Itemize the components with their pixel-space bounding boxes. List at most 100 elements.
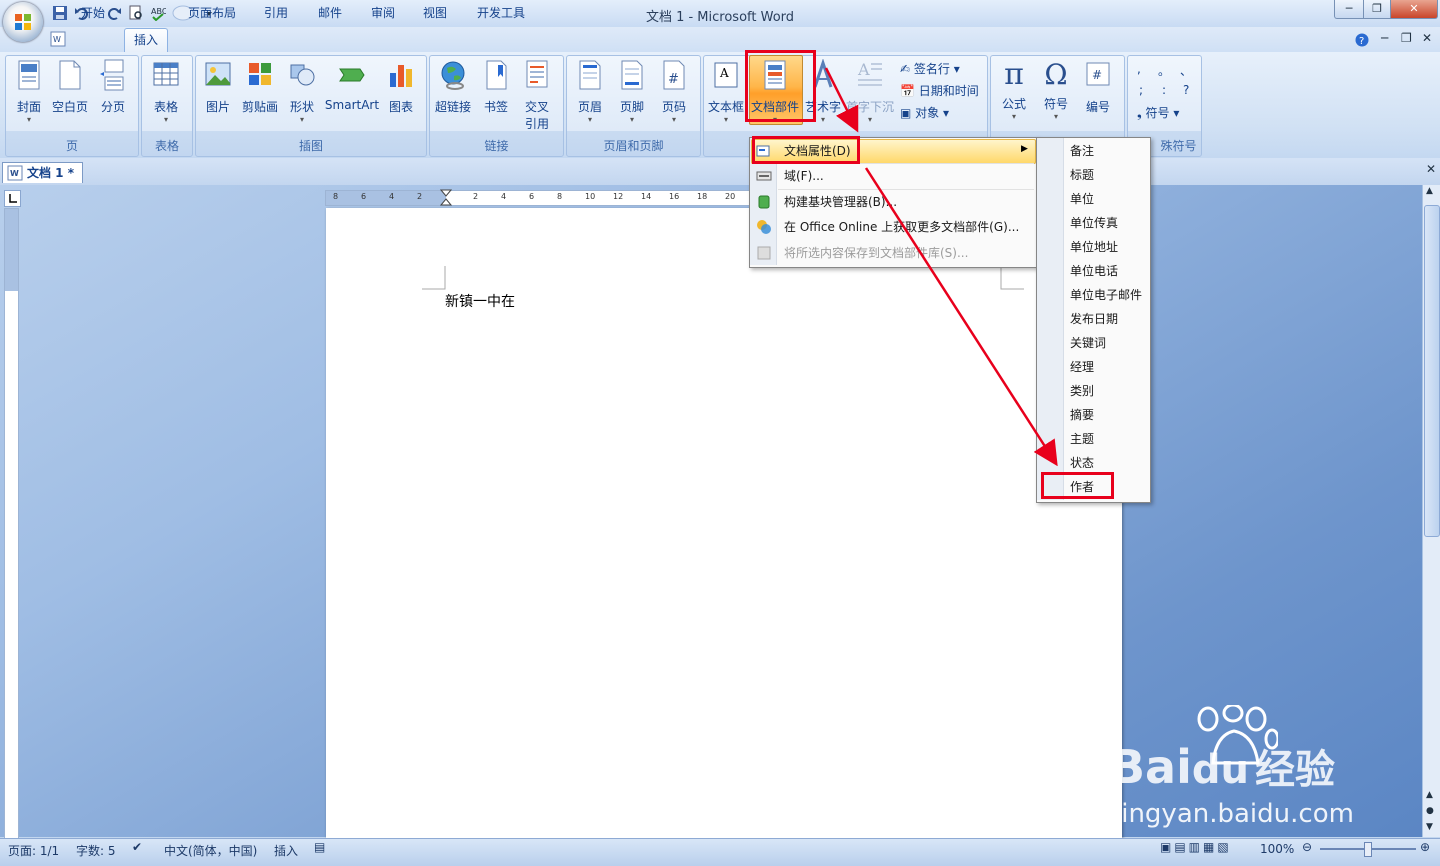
shapes-button[interactable]: 形状 ▾ <box>283 59 321 125</box>
submenu-item[interactable]: 单位传真 <box>1070 213 1118 233</box>
table-button[interactable]: 表格 ▾ <box>145 59 187 125</box>
page-break-icon <box>100 59 124 91</box>
tab-view[interactable]: 视图 <box>414 2 456 24</box>
ruler-tab-selector[interactable] <box>4 190 21 207</box>
submenu-item[interactable]: 类别 <box>1070 381 1094 401</box>
zoom-out-icon[interactable]: ⊖ <box>1302 840 1312 854</box>
submenu-item[interactable]: 状态 <box>1070 453 1094 473</box>
punct-colon[interactable]: : <box>1162 83 1166 97</box>
print-preview-icon[interactable] <box>128 5 144 21</box>
date-time-button[interactable]: 📅 日期和时间 <box>900 82 979 99</box>
scrollbar-thumb[interactable] <box>1424 205 1440 537</box>
object-button[interactable]: ▣ 对象 ▾ <box>900 104 949 121</box>
punct-period[interactable]: 。 <box>1158 62 1170 79</box>
submenu-item[interactable]: 单位 <box>1070 189 1094 209</box>
clipart-button[interactable]: 剪贴画 <box>240 59 280 115</box>
menu-item-field[interactable]: 域(F)... <box>784 166 824 186</box>
chart-button[interactable]: 图表 <box>383 59 419 115</box>
ribbon-tab-row <box>0 27 1440 52</box>
number-button[interactable]: # 编号 <box>1078 59 1118 115</box>
page-break-button[interactable]: 分页 <box>94 59 132 115</box>
spelling-icon[interactable]: ABC <box>150 5 166 21</box>
picture-button[interactable]: 图片 <box>199 59 237 115</box>
indent-marker-icon[interactable] <box>440 189 452 207</box>
signature-line-button[interactable]: ✍ 签名行 ▾ <box>900 60 960 77</box>
ribbon-minimize-button[interactable]: ─ <box>1381 31 1388 45</box>
tab-developer[interactable]: 开发工具 <box>468 2 534 24</box>
submenu-item[interactable]: 主题 <box>1070 429 1094 449</box>
status-page[interactable]: 页面: 1/1 <box>8 842 59 859</box>
save-icon[interactable] <box>52 5 68 21</box>
symbol-button[interactable]: Ω 符号 ▾ <box>1036 59 1076 122</box>
dropcap-button[interactable]: A 首字下沉 ▾ <box>845 59 895 125</box>
vertical-ruler[interactable] <box>4 208 19 840</box>
tab-home[interactable]: 开始 <box>72 2 114 24</box>
submenu-item[interactable]: 发布日期 <box>1070 309 1118 329</box>
hyperlink-globe-icon <box>441 61 465 90</box>
view-buttons[interactable]: ▣▤▥▦▧ <box>1160 840 1232 854</box>
status-insert-mode[interactable]: 插入 <box>274 842 298 859</box>
watermark-brand: Bai <box>1110 740 1192 794</box>
submenu-item[interactable]: 标题 <box>1070 165 1094 185</box>
submenu-item[interactable]: 摘要 <box>1070 405 1094 425</box>
submenu-item[interactable]: 经理 <box>1070 357 1094 377</box>
tab-mailings[interactable]: 邮件 <box>309 2 351 24</box>
document-close-icon[interactable]: ✕ <box>1426 162 1436 176</box>
cover-page-button[interactable]: 封面 ▾ <box>10 59 48 125</box>
status-language[interactable]: 中文(简体，中国) <box>164 842 257 859</box>
punct-semicolon[interactable]: ; <box>1139 83 1143 97</box>
status-words[interactable]: 字数: 5 <box>76 842 116 859</box>
smartart-button[interactable]: SmartArt <box>324 59 380 112</box>
symbol-small-button[interactable]: ❟ 符号 ▾ <box>1137 104 1179 121</box>
zoom-level[interactable]: 100% <box>1260 842 1294 856</box>
zoom-slider-thumb[interactable] <box>1364 842 1372 857</box>
word-doc-icon: W <box>7 165 23 181</box>
textbox-icon: A <box>714 62 738 88</box>
blank-page-button[interactable]: 空白页 <box>50 59 90 115</box>
submenu-item[interactable]: 单位电子邮件 <box>1070 285 1142 305</box>
tab-page-layout[interactable]: 页面布局 <box>179 2 245 24</box>
scroll-up-icon[interactable]: ▲ <box>1426 186 1433 196</box>
select-browse-object-icon[interactable]: ● <box>1426 806 1434 816</box>
office-button[interactable] <box>3 2 43 42</box>
punct-question[interactable]: ? <box>1183 83 1189 97</box>
ribbon-restore-button[interactable]: ❐ <box>1401 31 1412 45</box>
footer-button[interactable]: 页脚 ▾ <box>612 59 652 125</box>
svg-text:W: W <box>10 169 19 178</box>
cross-reference-button[interactable]: 交叉 引用 <box>518 59 556 132</box>
zoom-in-icon[interactable]: ⊕ <box>1420 840 1430 854</box>
dropdown-arrow-icon: ▾ <box>867 115 872 124</box>
word-doc-icon[interactable]: W <box>50 31 66 47</box>
close-button[interactable]: ✕ <box>1390 0 1438 19</box>
scroll-next-page-icon[interactable]: ▼ <box>1426 822 1433 832</box>
submenu-item[interactable]: 备注 <box>1070 141 1094 161</box>
bookmark-button[interactable]: 书签 <box>477 59 515 115</box>
punct-dunhao[interactable]: 、 <box>1180 62 1192 79</box>
minimize-button[interactable]: ─ <box>1334 0 1364 19</box>
submenu-item[interactable]: 关键词 <box>1070 333 1106 353</box>
textbox-button[interactable]: A 文本框 ▾ <box>706 59 746 125</box>
document-tab[interactable]: W 文档 1 * <box>2 162 83 183</box>
svg-text:#: # <box>668 72 679 87</box>
ribbon-close-button[interactable]: ✕ <box>1422 31 1432 45</box>
submenu-item[interactable]: 单位电话 <box>1070 261 1118 281</box>
tab-references[interactable]: 引用 <box>255 2 297 24</box>
svg-text:A: A <box>719 66 729 80</box>
menu-item-building-blocks-organizer[interactable]: 构建基块管理器(B)... <box>784 192 897 212</box>
proofing-icon[interactable]: ✔ <box>132 840 142 854</box>
tab-review[interactable]: 审阅 <box>362 2 404 24</box>
ruler-left-margin <box>326 191 446 205</box>
punct-comma[interactable]: , <box>1137 62 1141 76</box>
document-body-text[interactable]: 新镇一中在 <box>445 291 515 311</box>
header-button[interactable]: 页眉 ▾ <box>570 59 610 125</box>
submenu-item[interactable]: 单位地址 <box>1070 237 1118 257</box>
scroll-prev-page-icon[interactable]: ▲ <box>1426 790 1433 800</box>
macro-record-icon[interactable]: ▤ <box>314 840 325 854</box>
page-number-button[interactable]: # 页码 ▾ <box>654 59 694 125</box>
help-icon[interactable]: ? <box>1355 33 1369 47</box>
equation-button[interactable]: π 公式 ▾ <box>994 59 1034 122</box>
hyperlink-button[interactable]: 超链接 <box>432 59 474 115</box>
restore-button[interactable]: ❐ <box>1363 0 1391 19</box>
menu-item-office-online[interactable]: 在 Office Online 上获取更多文档部件(G)... <box>784 217 1019 237</box>
tab-insert[interactable]: 插入 <box>124 28 169 53</box>
